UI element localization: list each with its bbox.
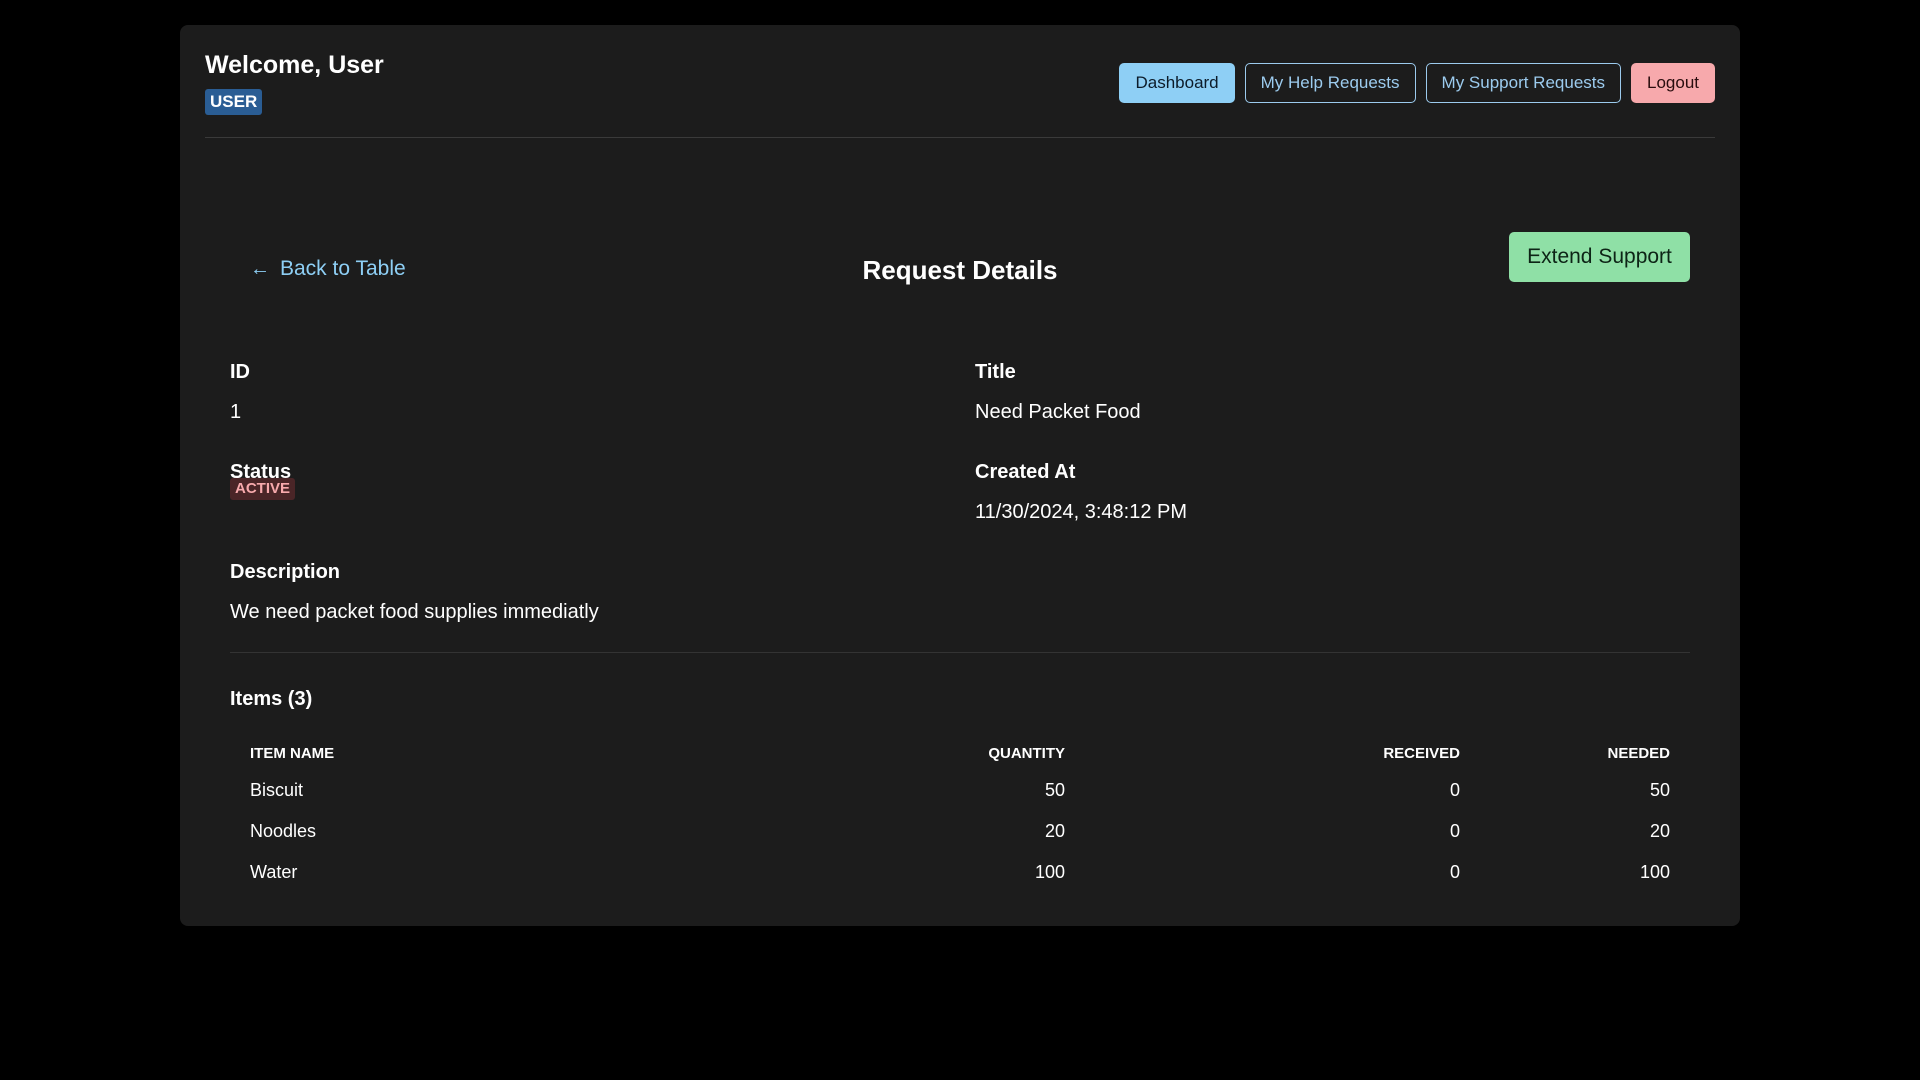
item-name-cell: Water [250,862,298,882]
item-name-cell: Noodles [250,821,317,841]
id-label: ID [230,361,250,383]
dashboard-button[interactable]: Dashboard [1119,63,1235,103]
quantity-cell: 20 [1044,821,1065,841]
items-heading: Items (3) [230,688,313,710]
quantity-cell: 100 [1034,862,1065,882]
received-cell: 0 [1449,862,1460,882]
arrow-left-icon: ← [250,258,270,280]
back-to-table-label: Back to Table [280,257,406,280]
needed-cell: 50 [1649,780,1670,800]
created-at-value: 11/30/2024, 3:48:12 PM [975,501,1188,523]
my-support-requests-button[interactable]: My Support Requests [1425,63,1621,103]
title-value: Need Packet Food [975,401,1141,423]
items-table-header-row: ITEM NAME QUANTITY RECEIVED NEEDED [230,736,1690,770]
column-header-needed: NEEDED [1607,744,1670,762]
role-badge: USER [205,89,263,115]
needed-cell: 100 [1639,862,1670,882]
header-nav: Dashboard My Help Requests My Support Re… [1119,63,1715,103]
logout-button[interactable]: Logout [1631,63,1715,103]
my-help-requests-button[interactable]: My Help Requests [1244,63,1416,103]
received-cell: 0 [1449,780,1460,800]
table-row: Noodles 20 0 20 [230,811,1690,852]
description-value: We need packet food supplies immediatly [230,601,599,623]
quantity-cell: 50 [1044,780,1065,800]
section-divider [230,652,1690,653]
app-header: Welcome, User USER Dashboard My Help Req… [205,25,1715,138]
items-table: ITEM NAME QUANTITY RECEIVED NEEDED Biscu… [230,736,1690,893]
extend-support-button[interactable]: Extend Support [1509,232,1690,282]
column-header-received: RECEIVED [1383,744,1460,762]
request-details-card: Welcome, User USER Dashboard My Help Req… [180,25,1740,926]
status-badge: ACTIVE [230,478,296,500]
back-to-table-link[interactable]: ← Back to Table [250,257,406,281]
table-row: Water 100 0 100 [230,852,1690,893]
description-label: Description [230,561,341,583]
column-header-item-name: ITEM NAME [250,744,335,762]
received-cell: 0 [1449,821,1460,841]
page-title: Request Details [862,255,1058,285]
needed-cell: 20 [1649,821,1670,841]
id-value: 1 [230,401,242,423]
item-name-cell: Biscuit [250,780,304,800]
column-header-quantity: QUANTITY [988,744,1065,762]
title-label: Title [975,361,1016,383]
welcome-heading: Welcome, User [205,51,384,79]
table-row: Biscuit 50 0 50 [230,770,1690,811]
created-at-label: Created At [975,461,1076,483]
